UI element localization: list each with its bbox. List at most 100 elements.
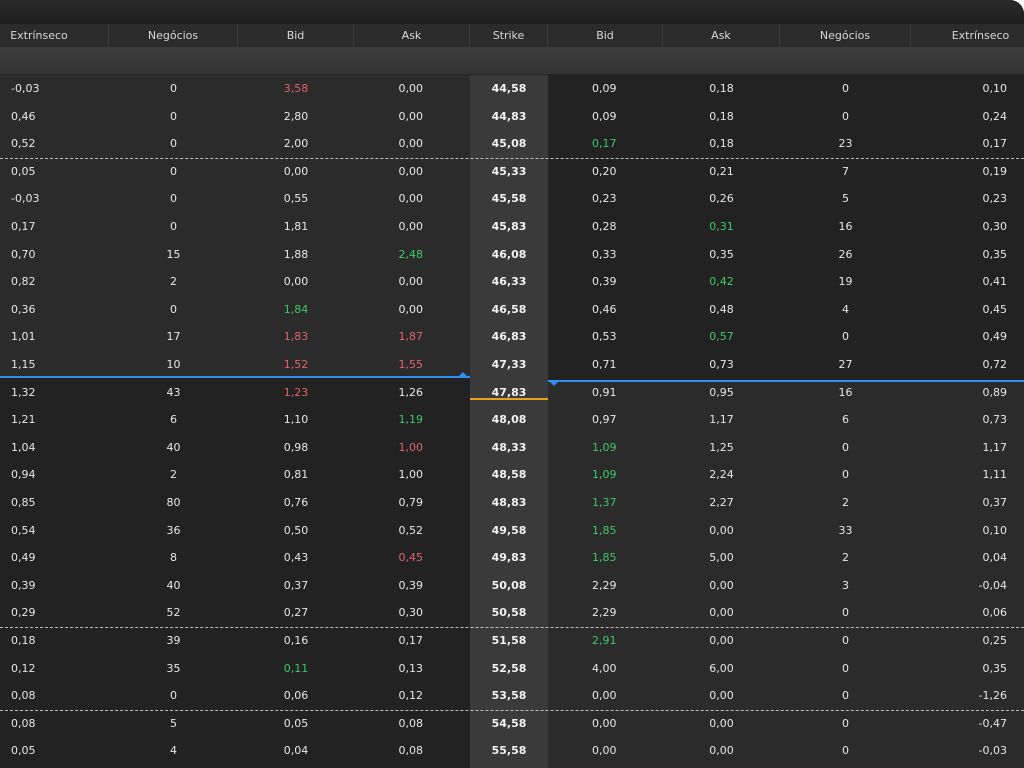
cell-put-trades[interactable]: 7 (780, 158, 911, 186)
cell-call-extrinsic[interactable]: 0,82 (0, 268, 109, 296)
cell-call-ask[interactable]: 0,00 (354, 296, 470, 324)
cell-put-extrinsic[interactable]: 0,35 (911, 655, 1024, 683)
table-row[interactable]: 0,39 40 0,37 0,39 50,08 2,29 0,00 3 -0,04 (0, 572, 1024, 600)
table-row[interactable]: 1,21 6 1,10 1,19 48,08 0,97 1,17 6 0,73 (0, 406, 1024, 434)
cell-call-bid[interactable]: 2,00 (238, 130, 354, 158)
cell-put-ask[interactable]: 2,27 (663, 489, 780, 517)
cell-call-ask[interactable]: 0,00 (354, 268, 470, 296)
cell-strike[interactable]: 46,83 (470, 323, 548, 351)
cell-call-trades[interactable]: 80 (109, 489, 238, 517)
cell-put-bid[interactable]: 0,28 (548, 213, 663, 241)
cell-strike[interactable]: 46,33 (470, 268, 548, 296)
cell-put-trades[interactable]: 6 (780, 406, 911, 434)
cell-put-extrinsic[interactable]: 0,19 (911, 158, 1024, 186)
cell-call-bid[interactable]: 0,05 (238, 710, 354, 738)
cell-call-extrinsic[interactable]: 0,17 (0, 213, 109, 241)
cell-call-bid[interactable]: 0,06 (238, 682, 354, 710)
cell-call-ask[interactable]: 1,26 (354, 379, 470, 407)
cell-strike[interactable]: 48,83 (470, 489, 548, 517)
cell-strike[interactable]: 53,58 (470, 682, 548, 710)
cell-call-bid[interactable]: 1,84 (238, 296, 354, 324)
cell-put-bid[interactable]: 0,53 (548, 323, 663, 351)
cell-call-bid[interactable]: 0,00 (238, 268, 354, 296)
cell-call-trades[interactable]: 0 (109, 213, 238, 241)
cell-put-extrinsic[interactable]: 0,23 (911, 185, 1024, 213)
table-row[interactable]: 0,82 2 0,00 0,00 46,33 0,39 0,42 19 0,41 (0, 268, 1024, 296)
cell-put-bid[interactable]: 0,23 (548, 185, 663, 213)
cell-put-ask[interactable]: 0,57 (663, 323, 780, 351)
cell-put-extrinsic[interactable]: 0,30 (911, 213, 1024, 241)
cell-call-bid[interactable]: 2,80 (238, 103, 354, 131)
header-strike[interactable]: Strike (470, 24, 548, 47)
cell-put-ask[interactable]: 2,24 (663, 461, 780, 489)
cell-call-ask[interactable]: 1,87 (354, 323, 470, 351)
table-row[interactable]: 0,46 0 2,80 0,00 44,83 0,09 0,18 0 0,24 (0, 103, 1024, 131)
cell-put-bid[interactable]: 0,00 (548, 682, 663, 710)
cell-call-extrinsic[interactable]: 1,32 (0, 379, 109, 407)
cell-put-trades[interactable]: 2 (780, 489, 911, 517)
cell-call-trades[interactable]: 2 (109, 461, 238, 489)
cell-call-bid[interactable]: 0,16 (238, 627, 354, 655)
cell-strike[interactable]: 49,58 (470, 517, 548, 545)
header-call-extrinsic[interactable]: Extrínseco (0, 24, 109, 47)
cell-put-ask[interactable]: 0,00 (663, 710, 780, 738)
cell-call-bid[interactable]: 3,58 (238, 75, 354, 103)
table-row[interactable]: -0,03 0 0,55 0,00 45,58 0,23 0,26 5 0,23 (0, 185, 1024, 213)
cell-call-trades[interactable]: 39 (109, 627, 238, 655)
cell-put-ask[interactable]: 0,18 (663, 103, 780, 131)
table-row[interactable]: 0,36 0 1,84 0,00 46,58 0,46 0,48 4 0,45 (0, 296, 1024, 324)
cell-put-ask[interactable]: 0,00 (663, 517, 780, 545)
cell-put-bid[interactable]: 1,09 (548, 434, 663, 462)
cell-strike[interactable]: 52,58 (470, 655, 548, 683)
table-row[interactable]: 0,94 2 0,81 1,00 48,58 1,09 2,24 0 1,11 (0, 461, 1024, 489)
cell-put-trades[interactable]: 2 (780, 544, 911, 572)
cell-call-extrinsic[interactable]: 0,70 (0, 241, 109, 269)
cell-call-ask[interactable]: 0,52 (354, 517, 470, 545)
cell-call-ask[interactable]: 0,13 (354, 655, 470, 683)
cell-call-bid[interactable]: 1,10 (238, 406, 354, 434)
cell-put-extrinsic[interactable]: -0,47 (911, 710, 1024, 738)
cell-strike[interactable]: 45,58 (470, 185, 548, 213)
cell-call-extrinsic[interactable]: 0,54 (0, 517, 109, 545)
cell-call-ask[interactable]: 0,00 (354, 158, 470, 186)
cell-call-trades[interactable]: 0 (109, 158, 238, 186)
cell-call-trades[interactable]: 4 (109, 737, 238, 765)
table-row[interactable]: -0,03 0 3,58 0,00 44,58 0,09 0,18 0 0,10 (0, 75, 1024, 103)
cell-call-ask[interactable]: 1,00 (354, 461, 470, 489)
cell-call-ask[interactable]: 0,45 (354, 544, 470, 572)
cell-put-extrinsic[interactable]: 0,35 (911, 241, 1024, 269)
cell-call-trades[interactable]: 0 (109, 130, 238, 158)
cell-put-ask[interactable]: 6,00 (663, 655, 780, 683)
cell-put-bid[interactable]: 2,91 (548, 627, 663, 655)
cell-put-trades[interactable]: 0 (780, 710, 911, 738)
cell-put-bid[interactable]: 0,20 (548, 158, 663, 186)
header-call-trades[interactable]: Negócios (109, 24, 238, 47)
cell-put-bid[interactable]: 1,09 (548, 461, 663, 489)
cell-call-extrinsic[interactable]: 0,52 (0, 130, 109, 158)
cell-put-ask[interactable]: 1,25 (663, 434, 780, 462)
cell-call-ask[interactable]: 0,79 (354, 489, 470, 517)
cell-put-trades[interactable]: 19 (780, 268, 911, 296)
cell-call-ask[interactable]: 0,00 (354, 103, 470, 131)
cell-put-trades[interactable]: 0 (780, 461, 911, 489)
cell-call-trades[interactable]: 0 (109, 185, 238, 213)
cell-call-bid[interactable]: 0,76 (238, 489, 354, 517)
cell-put-trades[interactable]: 0 (780, 323, 911, 351)
table-row[interactable]: 0,52 0 2,00 0,00 45,08 0,17 0,18 23 0,17 (0, 130, 1024, 158)
cell-put-trades[interactable]: 0 (780, 655, 911, 683)
cell-call-ask[interactable]: 1,00 (354, 434, 470, 462)
cell-put-extrinsic[interactable]: 0,45 (911, 296, 1024, 324)
cell-put-ask[interactable]: 0,00 (663, 572, 780, 600)
cell-put-extrinsic[interactable]: 0,04 (911, 544, 1024, 572)
cell-put-ask[interactable]: 0,31 (663, 213, 780, 241)
cell-put-ask[interactable]: 0,48 (663, 296, 780, 324)
cell-put-extrinsic[interactable]: -0,04 (911, 572, 1024, 600)
cell-call-ask[interactable]: 0,08 (354, 710, 470, 738)
cell-strike[interactable]: 45,83 (470, 213, 548, 241)
cell-put-extrinsic[interactable]: 0,72 (911, 351, 1024, 379)
cell-call-bid[interactable]: 0,04 (238, 737, 354, 765)
cell-strike[interactable]: 55,58 (470, 737, 548, 765)
cell-call-extrinsic[interactable]: 0,49 (0, 544, 109, 572)
cell-put-bid[interactable]: 4,00 (548, 655, 663, 683)
cell-put-extrinsic[interactable]: 0,89 (911, 379, 1024, 407)
